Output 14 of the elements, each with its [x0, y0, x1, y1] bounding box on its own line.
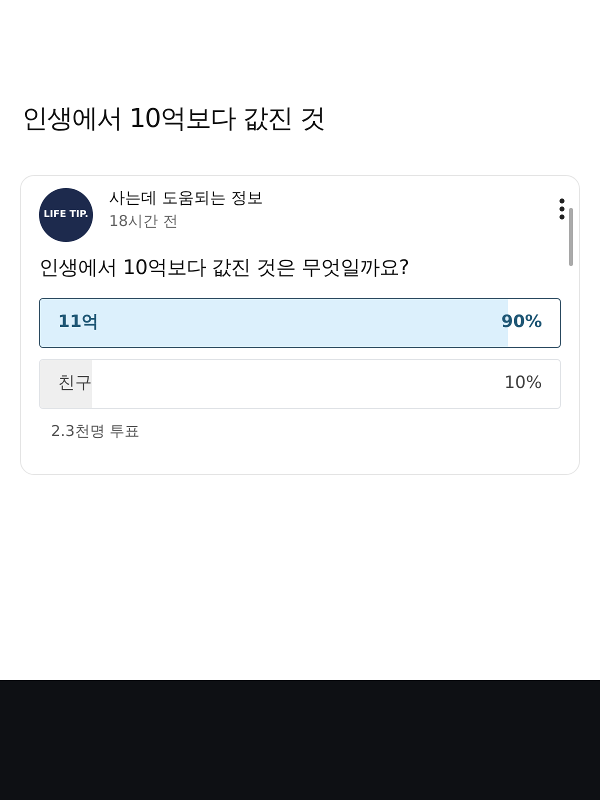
more-options-icon[interactable]: [559, 198, 565, 220]
page-heading: 인생에서 10억보다 값진 것: [22, 103, 326, 136]
author-name[interactable]: 사는데 도움되는 정보: [109, 186, 264, 210]
post-time: 18시간 전: [109, 211, 179, 232]
avatar-logo: LIFE TIP.: [39, 188, 93, 242]
poll-option[interactable]: 친구 10%: [39, 359, 561, 409]
option-percent: 10%: [504, 372, 542, 396]
scrollbar-thumb[interactable]: [569, 208, 573, 266]
poll-question: 인생에서 10억보다 값진 것은 무엇일까요?: [39, 254, 410, 281]
poll-option[interactable]: 11억 90%: [39, 298, 561, 348]
option-label: 친구: [58, 372, 92, 396]
option-label: 11억: [58, 311, 99, 334]
option-percent: 90%: [501, 311, 542, 334]
vote-count: 2.3천명 투표: [51, 421, 141, 442]
